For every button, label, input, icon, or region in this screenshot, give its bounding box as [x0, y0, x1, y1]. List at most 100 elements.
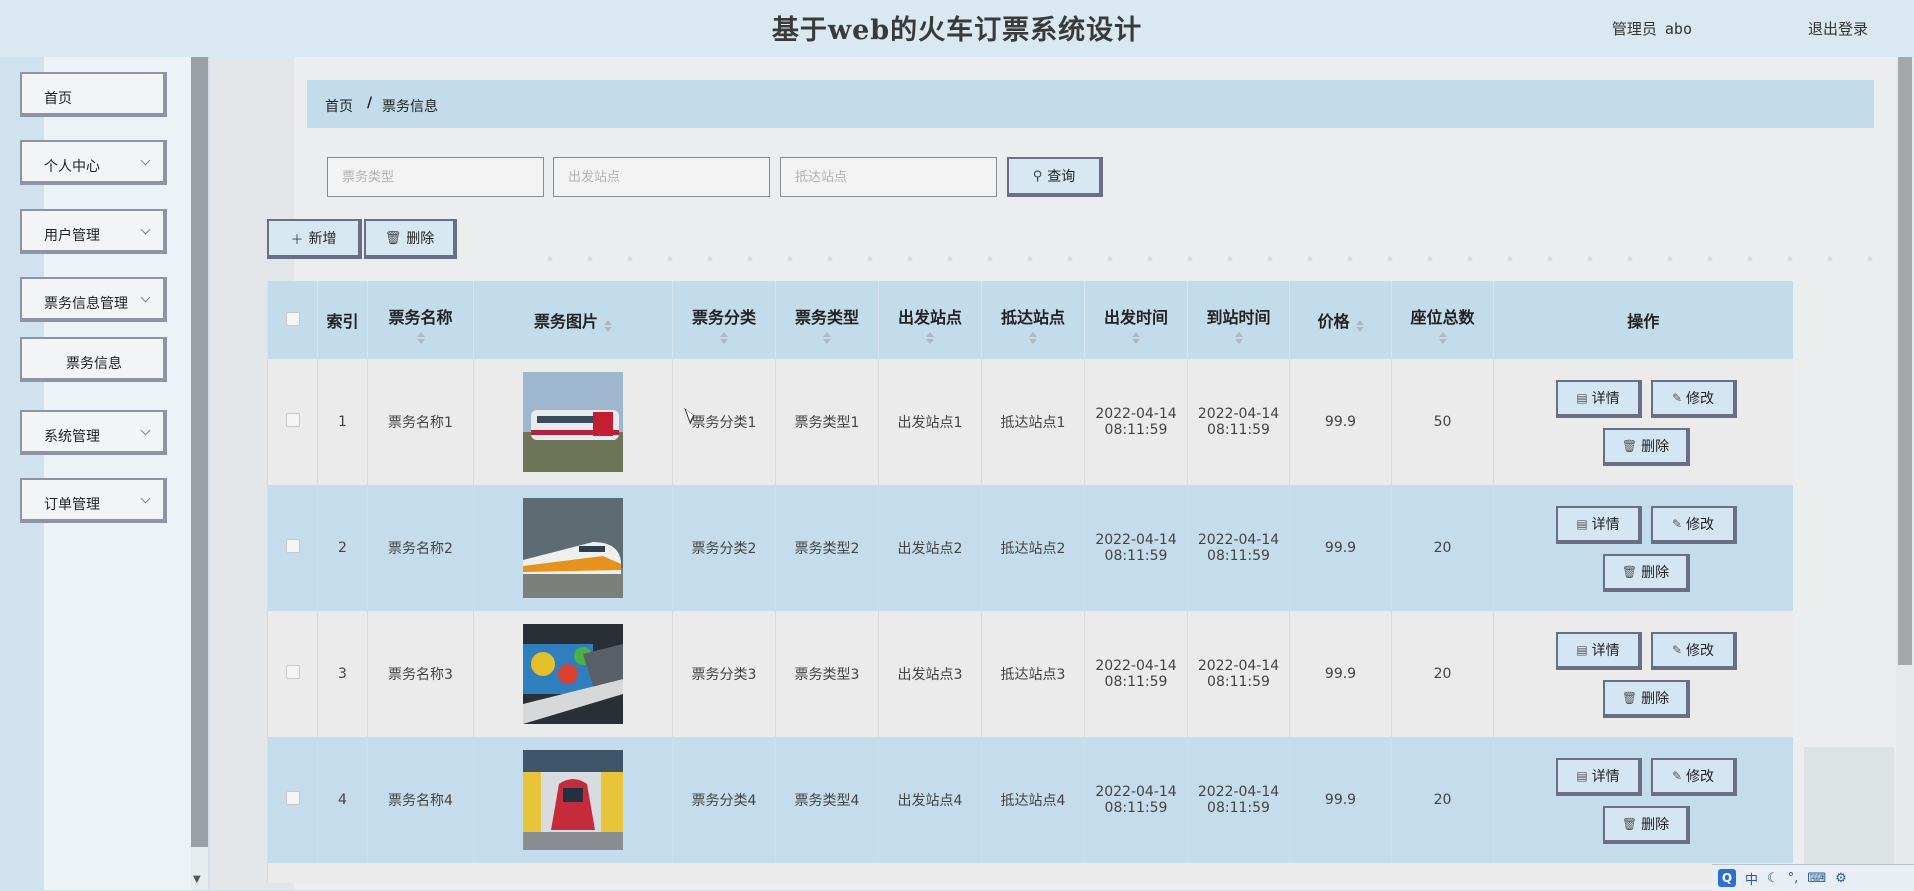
- punctuation-icon[interactable]: °,: [1788, 871, 1799, 886]
- edit-label: 修改: [1686, 517, 1715, 533]
- table-row-partial: [267, 863, 1793, 883]
- ime-mode[interactable]: 中: [1745, 869, 1758, 888]
- sort-icon[interactable]: [1355, 320, 1364, 332]
- cell-image: [473, 485, 673, 611]
- sort-icon[interactable]: [1029, 331, 1037, 344]
- column-header-arrival-station[interactable]: 抵达站点: [981, 281, 1085, 359]
- logout-link[interactable]: 退出登录: [1808, 18, 1868, 39]
- edit-label: 修改: [1686, 769, 1715, 785]
- sidebar-scrollbar-thumb[interactable]: [191, 57, 208, 847]
- delete-label: 删除: [1641, 817, 1670, 833]
- sort-icon[interactable]: [1234, 331, 1243, 344]
- column-header-arrival-time[interactable]: 到站时间: [1187, 281, 1290, 359]
- sort-icon[interactable]: [604, 320, 612, 332]
- scroll-down-icon[interactable]: ▼: [193, 874, 201, 885]
- cell-price: 99.9: [1289, 359, 1392, 485]
- sort-icon[interactable]: [1438, 331, 1447, 344]
- ticket-table: 索引 票务名称 票务图片 票务分类 票务类型 出发站点 抵达站点 出发时间 到站…: [267, 281, 1793, 883]
- select-all-checkbox[interactable]: [285, 311, 300, 326]
- row-checkbox[interactable]: [285, 539, 300, 553]
- sidebar-item-system-management[interactable]: 系统管理: [20, 410, 167, 455]
- cell-arrival-time: 2022-04-14 08:11:59: [1187, 737, 1290, 863]
- header-label: 票务类型: [794, 307, 859, 327]
- delete-button[interactable]: 🗑 删除: [1603, 806, 1690, 844]
- cell-image: [473, 359, 673, 485]
- edit-button[interactable]: ✎ 修改: [1651, 506, 1737, 544]
- breadcrumb-current: 票务信息: [382, 99, 438, 115]
- detail-button[interactable]: ▤ 详情: [1556, 632, 1642, 670]
- delete-button[interactable]: 🗑 删除: [1603, 428, 1690, 466]
- ime-logo-icon[interactable]: Q: [1718, 869, 1736, 887]
- row-select-cell[interactable]: [267, 359, 318, 485]
- search-button[interactable]: ⚲ 查询: [1007, 157, 1103, 197]
- breadcrumb-separator: /: [367, 95, 373, 111]
- cell-category: 票务分类4: [672, 737, 776, 863]
- plus-icon: ＋: [290, 232, 304, 248]
- sort-icon[interactable]: [823, 331, 831, 344]
- sidebar-item-label: 票务信息: [66, 356, 122, 372]
- select-all-cell[interactable]: [267, 281, 318, 359]
- cell-departure-time: 2022-04-14 08:11:59: [1084, 485, 1188, 611]
- cell-index: 1: [317, 359, 368, 485]
- sidebar-item-ticket-management[interactable]: 票务信息管理: [20, 277, 167, 322]
- sidebar-item-home[interactable]: 首页: [20, 72, 167, 117]
- train-thumbnail[interactable]: [523, 498, 623, 598]
- sidebar-item-order-management[interactable]: 订单管理: [20, 478, 167, 523]
- column-header-price[interactable]: 价格: [1289, 281, 1392, 359]
- column-header-category[interactable]: 票务分类: [672, 281, 776, 359]
- sort-icon[interactable]: [1132, 331, 1140, 344]
- cell-type: 票务类型4: [775, 737, 879, 863]
- column-header-departure-station[interactable]: 出发站点: [878, 281, 982, 359]
- delete-button[interactable]: 🗑 删除: [1603, 554, 1690, 592]
- sidebar-item-label: 票务信息管理: [44, 296, 128, 312]
- row-checkbox[interactable]: [285, 665, 300, 679]
- add-button[interactable]: ＋新增: [267, 219, 362, 259]
- train-thumbnail[interactable]: [523, 372, 623, 472]
- header-label: 票务分类: [691, 307, 756, 327]
- cell-category: 票务分类2: [672, 485, 776, 611]
- delete-button-label: 删除: [406, 231, 435, 247]
- column-header-departure-time[interactable]: 出发时间: [1084, 281, 1188, 359]
- sort-icon[interactable]: [926, 331, 934, 344]
- row-select-cell[interactable]: [267, 737, 318, 863]
- column-header-image[interactable]: 票务图片: [473, 281, 673, 359]
- ime-toolbar[interactable]: Q 中 ☾ °, ⌨ ⚙: [1712, 864, 1914, 891]
- departure-station-input[interactable]: [553, 157, 770, 197]
- moon-icon[interactable]: ☾: [1767, 871, 1779, 886]
- keyboard-icon[interactable]: ⌨: [1807, 871, 1826, 886]
- batch-delete-button[interactable]: 🗑 删除: [364, 219, 457, 259]
- detail-button[interactable]: ▤ 详情: [1556, 758, 1642, 796]
- settings-icon[interactable]: ⚙: [1835, 871, 1847, 886]
- edit-button[interactable]: ✎ 修改: [1651, 758, 1737, 796]
- detail-button[interactable]: ▤ 详情: [1556, 380, 1642, 418]
- arrival-station-input[interactable]: [780, 157, 997, 197]
- sidebar-item-ticket-info[interactable]: 票务信息: [20, 337, 167, 382]
- train-thumbnail[interactable]: [523, 750, 623, 850]
- column-header-name[interactable]: 票务名称: [367, 281, 474, 359]
- cell-arrival-station: 抵达站点3: [981, 611, 1085, 737]
- row-select-cell[interactable]: [267, 485, 318, 611]
- delete-button[interactable]: 🗑 删除: [1603, 680, 1690, 718]
- ticket-type-input[interactable]: [327, 157, 544, 197]
- header-label: 操作: [1627, 312, 1660, 331]
- sidebar-item-user-management[interactable]: 用户管理: [20, 209, 167, 254]
- admin-name: abo: [1664, 20, 1692, 38]
- sort-icon[interactable]: [416, 331, 425, 344]
- train-thumbnail[interactable]: [523, 624, 623, 724]
- edit-button[interactable]: ✎ 修改: [1651, 632, 1737, 670]
- edit-button[interactable]: ✎ 修改: [1651, 380, 1737, 418]
- partial-row-cell: [267, 863, 1793, 883]
- column-header-seats[interactable]: 座位总数: [1391, 281, 1494, 359]
- row-checkbox[interactable]: [285, 413, 300, 427]
- detail-button[interactable]: ▤ 详情: [1556, 506, 1642, 544]
- column-header-type[interactable]: 票务类型: [775, 281, 879, 359]
- row-select-cell[interactable]: [267, 611, 318, 737]
- cell-departure-station: 出发站点3: [878, 611, 982, 737]
- sort-icon[interactable]: [720, 331, 728, 344]
- sidebar-item-personal-center[interactable]: 个人中心: [20, 140, 167, 185]
- page-scrollbar-thumb[interactable]: [1898, 57, 1912, 665]
- admin-role-label: 管理员: [1611, 20, 1657, 38]
- row-checkbox[interactable]: [285, 791, 300, 805]
- breadcrumb-home[interactable]: 首页: [325, 96, 353, 116]
- detail-label: 详情: [1591, 391, 1620, 407]
